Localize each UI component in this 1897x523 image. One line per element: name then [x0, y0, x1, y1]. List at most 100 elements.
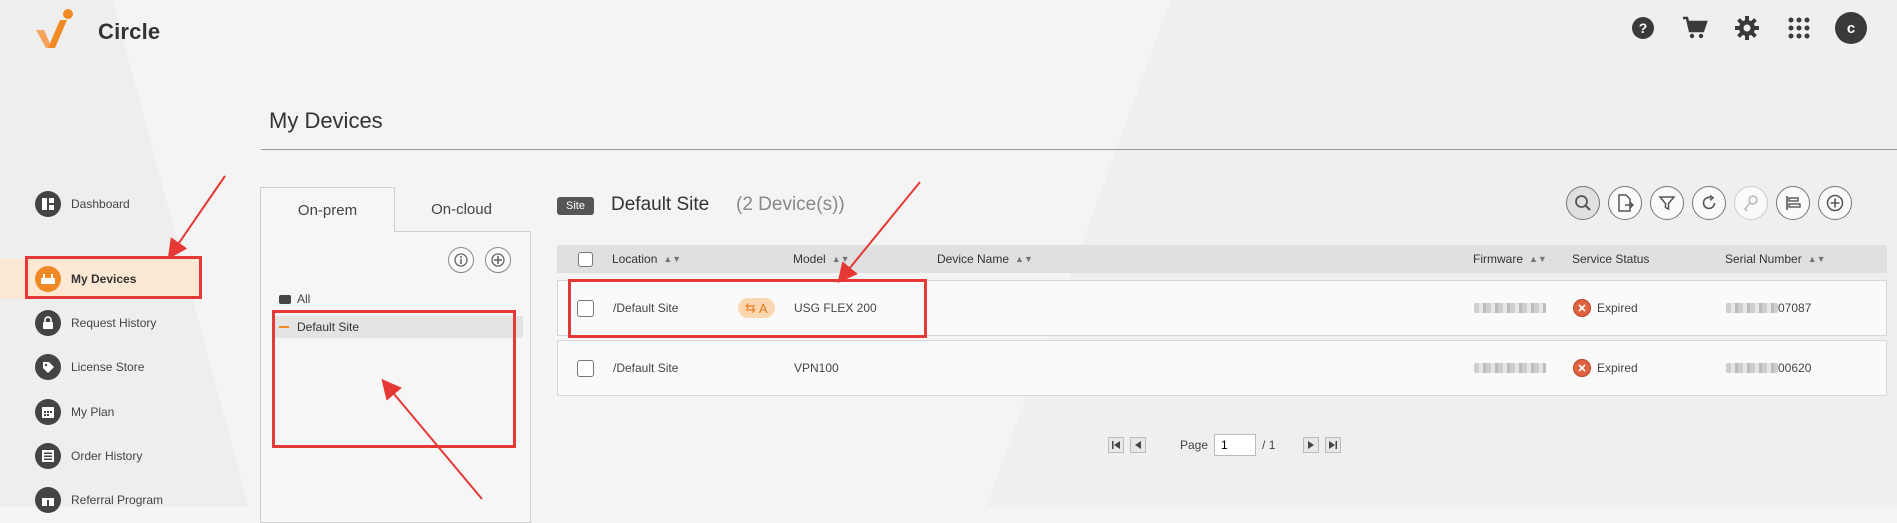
gear-icon[interactable]	[1731, 12, 1763, 44]
table-row[interactable]: /Default Site ⇆ A USG FLEX 200 Expired 07…	[557, 280, 1887, 336]
devices-icon	[35, 266, 61, 292]
tree-item-all[interactable]: All	[279, 292, 310, 306]
row-status-label: Expired	[1597, 301, 1638, 315]
sidebar-item-label: Order History	[71, 449, 143, 463]
list-icon	[35, 443, 61, 469]
sidebar-item-dashboard[interactable]: Dashboard	[0, 184, 200, 224]
sidebar-item-label: Request History	[71, 316, 157, 330]
user-avatar[interactable]: c	[1835, 12, 1867, 44]
row-firmware-redacted	[1474, 281, 1546, 335]
svg-text:?: ?	[1639, 20, 1648, 36]
sort-icon: ▲▼	[1807, 254, 1826, 264]
sidebar-item-my-plan[interactable]: My Plan	[0, 392, 200, 432]
add-site-icon[interactable]	[485, 247, 511, 273]
column-serial-number[interactable]: Serial Number ▲▼	[1725, 245, 1826, 273]
tab-on-cloud[interactable]: On-cloud	[394, 187, 529, 231]
search-icon[interactable]	[1566, 186, 1600, 220]
circle-logo-icon	[32, 8, 84, 56]
cart-icon[interactable]	[1679, 12, 1711, 44]
tree-item-site-label: Default Site	[297, 320, 360, 334]
row-status: Expired	[1573, 281, 1638, 335]
device-toolbar	[1566, 186, 1852, 220]
filter-icon[interactable]	[1650, 186, 1684, 220]
row-status: Expired	[1573, 341, 1638, 395]
swap-icon: ⇆	[745, 300, 756, 315]
tag-label: A	[758, 300, 768, 316]
site-name: Default Site	[611, 194, 710, 215]
sidebar-item-label: Referral Program	[71, 493, 164, 507]
sidebar-item-my-devices[interactable]: My Devices	[0, 259, 200, 299]
gift-icon	[35, 487, 61, 513]
row-tag: ⇆ A	[738, 281, 775, 335]
row-serial: 00620	[1726, 341, 1811, 395]
table-row[interactable]: /Default Site VPN100 Expired 00620	[557, 340, 1887, 396]
tag-badge: ⇆ A	[738, 298, 775, 318]
sort-icon: ▲▼	[1529, 254, 1547, 264]
refresh-icon[interactable]	[1692, 186, 1726, 220]
site-tree-panel: All Default Site	[260, 231, 531, 523]
sort-icon: ▲▼	[663, 254, 682, 264]
column-device-name-label: Device Name	[937, 252, 1010, 266]
expired-icon	[1573, 299, 1591, 317]
sidebar-item-license-store[interactable]: License Store	[0, 347, 200, 387]
page-label: Page	[1180, 438, 1209, 452]
row-model: USG FLEX 200	[794, 301, 877, 315]
column-location-label: Location	[612, 252, 658, 266]
tree-item-all-label: All	[297, 292, 311, 306]
select-all-checkbox[interactable]	[578, 245, 593, 273]
row-status-label: Expired	[1597, 361, 1638, 375]
row-checkbox[interactable]	[577, 281, 594, 335]
calendar-icon	[35, 399, 61, 425]
column-service-status: Service Status	[1572, 245, 1649, 273]
page-title: My Devices	[269, 108, 383, 133]
key-icon[interactable]	[1734, 186, 1768, 220]
column-model-label: Model	[793, 252, 826, 266]
folder-icon	[279, 294, 291, 304]
align-icon[interactable]	[1776, 186, 1810, 220]
last-page-icon[interactable]	[1325, 437, 1342, 453]
device-count: (2 Device(s))	[736, 194, 845, 215]
sidebar-item-request-history[interactable]: Request History	[0, 303, 200, 343]
row-checkbox[interactable]	[577, 341, 594, 395]
page-total: / 1	[1262, 438, 1276, 452]
column-device-name[interactable]: Device Name ▲▼	[937, 245, 1033, 273]
column-firmware-label: Firmware	[1473, 252, 1523, 266]
device-table-header: Location ▲▼ Model ▲▼ Device Name ▲▼ Firmwar…	[557, 245, 1887, 273]
row-model: VPN100	[794, 361, 839, 375]
sidebar-item-label: My Devices	[71, 272, 137, 286]
help-icon[interactable]: ?	[1627, 12, 1659, 44]
column-location[interactable]: Location ▲▼	[612, 245, 681, 273]
apps-grid-icon[interactable]	[1783, 12, 1815, 44]
app-name: Circle	[98, 19, 161, 44]
row-serial-suffix: 07087	[1778, 301, 1812, 315]
column-model[interactable]: Model ▲▼	[793, 245, 850, 273]
header-actions: ? c	[1627, 12, 1867, 44]
first-page-icon[interactable]	[1108, 437, 1124, 453]
sort-icon: ▲▼	[1015, 254, 1033, 264]
lock-icon	[35, 310, 61, 336]
pagination: Page / 1	[1108, 434, 1342, 456]
sort-icon: ▲▼	[831, 254, 850, 264]
sidebar-item-label: My Plan	[71, 405, 115, 419]
expired-icon	[1573, 359, 1591, 377]
tab-on-prem[interactable]: On-prem	[260, 187, 395, 232]
row-firmware-redacted	[1474, 341, 1546, 395]
title-divider	[261, 149, 1897, 150]
site-badge: Site	[557, 197, 594, 215]
row-serial: 07087	[1726, 281, 1811, 335]
tree-item-default-site[interactable]: Default Site	[273, 316, 523, 338]
sidebar-item-order-history[interactable]: Order History	[0, 436, 200, 476]
sidebar-item-referral-program[interactable]: Referral Program	[0, 480, 200, 520]
next-page-icon[interactable]	[1303, 437, 1320, 453]
row-location: /Default Site	[613, 301, 679, 315]
dash-icon	[279, 326, 289, 328]
page-input[interactable]	[1214, 434, 1257, 456]
add-icon[interactable]	[1818, 186, 1852, 220]
dashboard-icon	[35, 191, 61, 217]
export-icon[interactable]	[1608, 186, 1642, 220]
prev-page-icon[interactable]	[1130, 437, 1146, 453]
app-logo[interactable]: Circle	[32, 8, 160, 56]
column-firmware[interactable]: Firmware ▲▼	[1473, 245, 1547, 273]
info-icon[interactable]	[448, 247, 474, 273]
column-service-status-label: Service Status	[1572, 252, 1650, 266]
